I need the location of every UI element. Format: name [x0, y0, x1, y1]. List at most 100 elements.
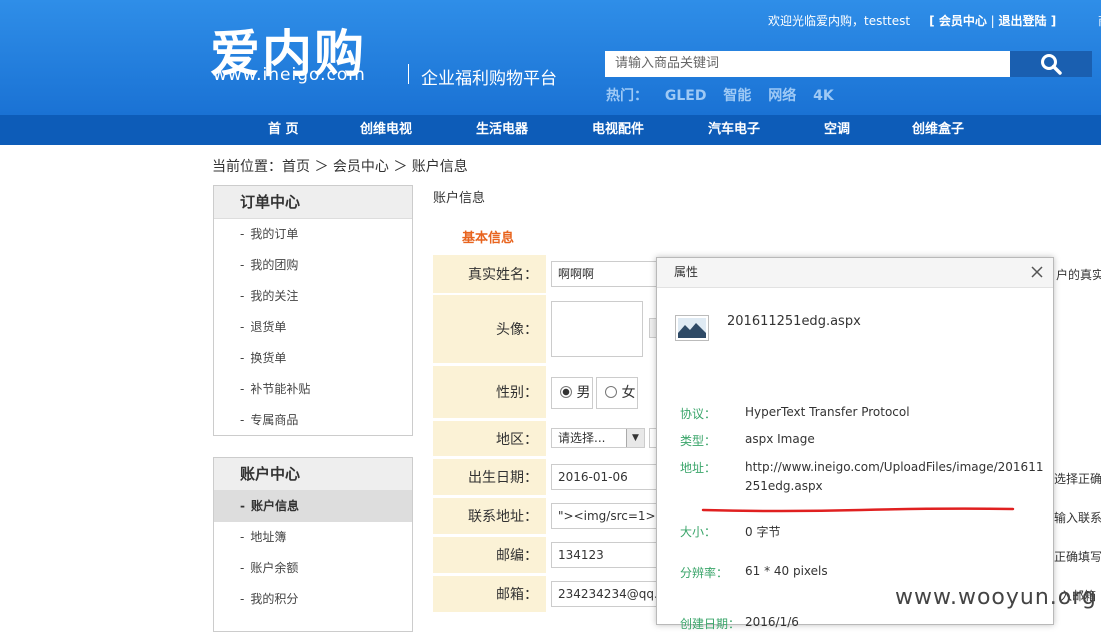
logo-url-text: www.ineigo.com: [213, 65, 366, 85]
sidebar-item-my-orders[interactable]: - 我的订单: [214, 219, 412, 250]
name-label: 真实姓名：: [433, 255, 546, 293]
chevron-down-icon: ▼: [626, 429, 644, 447]
email-field[interactable]: 234234234@qq.c: [551, 581, 671, 607]
sidebar-item-exclusive[interactable]: - 专属商品: [214, 405, 412, 436]
address-label-dialog: 地址：: [680, 461, 717, 475]
sidebar-item-exchanges[interactable]: - 换货单: [214, 343, 412, 374]
sidebar-item-follows[interactable]: - 我的关注: [214, 281, 412, 312]
email-label: 邮箱：: [433, 576, 546, 612]
search-button[interactable]: [1010, 51, 1092, 77]
nav-item-car-electronics[interactable]: 汽车电子: [708, 115, 760, 145]
site-slogan: 企业福利购物平台: [421, 69, 557, 89]
birth-date-field[interactable]: 2016-01-06: [551, 464, 671, 490]
name-field[interactable]: 啊啊啊: [551, 261, 671, 287]
gender-female-option[interactable]: 女: [596, 377, 638, 409]
region-label: 地区：: [433, 421, 546, 456]
sidebar-account-title: 账户中心: [214, 458, 412, 491]
logo-divider: [408, 64, 409, 84]
nav-item-air-conditioner[interactable]: 空调: [824, 115, 850, 145]
type-value: aspx Image: [745, 432, 815, 446]
sidebar-item-label: 我的关注: [250, 289, 299, 303]
hot-label: 热门：: [606, 88, 648, 104]
nav-item-home[interactable]: 首 页: [268, 115, 299, 145]
sidebar-item-account-info[interactable]: - 账户信息: [214, 491, 412, 522]
gender-male-option[interactable]: 男: [551, 377, 593, 409]
breadcrumb: 当前位置：首页 ＞ 会员中心 ＞ 账户信息: [212, 159, 468, 175]
hot-keyword[interactable]: 网络: [768, 88, 796, 104]
red-underline-annotation: [701, 507, 1015, 513]
nav-item-appliances[interactable]: 生活电器: [476, 115, 528, 145]
sidebar-item-label: 地址簿: [250, 530, 287, 544]
zip-hint: 正确填写: [1054, 550, 1101, 564]
nav-item-tv-accessories[interactable]: 电视配件: [592, 115, 644, 145]
protocol-value: HyperText Transfer Protocol: [745, 405, 910, 419]
member-center-link[interactable]: [ 会员中心: [929, 14, 987, 28]
address-label: 联系地址：: [433, 498, 546, 534]
close-icon[interactable]: [1029, 264, 1045, 280]
panel-title: 账户信息: [433, 191, 486, 206]
sidebar-item-label: 我的积分: [250, 592, 299, 606]
hot-keyword[interactable]: 4K: [813, 88, 834, 104]
region-select-value: 请选择...: [558, 431, 606, 445]
sidebar-item-label: 我的团购: [250, 258, 299, 272]
gender-female-label: 女: [621, 385, 636, 401]
main-nav: 首 页 创维电视 生活电器 电视配件 汽车电子 空调 创维盒子: [0, 115, 1101, 145]
watermark: www.wooyun.org: [895, 585, 1097, 610]
hot-keyword[interactable]: 智能: [723, 88, 751, 104]
birth-label: 出生日期：: [433, 459, 546, 495]
zip-field[interactable]: 134123: [551, 542, 671, 568]
dialog-title: 属性: [657, 258, 1053, 288]
zip-label: 邮编：: [433, 537, 546, 573]
address-value-line2: 251edg.aspx: [745, 479, 823, 493]
sidebar-item-label: 我的订单: [250, 227, 299, 241]
sidebar-item-points[interactable]: - 我的积分: [214, 584, 412, 615]
sidebar-item-label: 补节能补贴: [250, 382, 311, 396]
search-input[interactable]: 请输入商品关键词: [605, 51, 1010, 77]
created-value: 2016/1/6: [745, 615, 799, 629]
address-value-line1: http://www.ineigo.com/UploadFiles/image/…: [745, 460, 1044, 474]
size-label: 大小：: [680, 525, 717, 539]
sidebar-item-label: 账户余额: [250, 561, 299, 575]
properties-dialog: 属性 201611251edg.aspx 协议： HyperText Trans…: [656, 257, 1054, 631]
topbar-separator: |: [990, 14, 995, 28]
top-user-bar: 欢迎光临爱内购，testtest [ 会员中心 | 退出登陆 ] 商: [768, 12, 1101, 29]
hot-keywords: 热门： GLED 智能 网络 4K: [606, 85, 846, 105]
sidebar-item-returns[interactable]: - 退货单: [214, 312, 412, 343]
radio-checked-icon: [560, 386, 572, 398]
logout-link[interactable]: 退出登陆 ]: [999, 14, 1057, 28]
dialog-filename: 201611251edg.aspx: [727, 314, 861, 329]
birth-hint: 选择正确: [1054, 472, 1101, 486]
resolution-label: 分辨率：: [680, 566, 729, 580]
created-label: 创建日期：: [680, 617, 741, 631]
address-field[interactable]: "><img/src=1>: [551, 503, 671, 529]
sidebar-item-address-book[interactable]: - 地址簿: [214, 522, 412, 553]
search-icon: [1041, 54, 1062, 75]
hot-keyword[interactable]: GLED: [665, 88, 707, 104]
radio-unchecked-icon: [605, 386, 617, 398]
name-hint: 户的真实: [1056, 268, 1101, 282]
sidebar-item-label: 换货单: [250, 351, 287, 365]
region-select[interactable]: 请选择... ▼: [551, 428, 645, 448]
sidebar-account-center: 账户中心 - 账户信息 - 地址簿 - 账户余额 - 我的积分: [213, 457, 413, 632]
sidebar-item-label: 专属商品: [250, 413, 299, 427]
sidebar-item-balance[interactable]: - 账户余额: [214, 553, 412, 584]
welcome-text: 欢迎光临爱内购，testtest: [768, 14, 911, 28]
sidebar-item-label: 账户信息: [250, 499, 299, 513]
address-hint: 输入联系: [1054, 511, 1101, 525]
site-header: 爱内购 www.ineigo.com 企业福利购物平台 欢迎光临爱内购，test…: [0, 0, 1101, 115]
section-title: 基本信息: [462, 231, 515, 246]
gender-label: 性别：: [433, 366, 546, 418]
sidebar-item-energy-subsidy[interactable]: - 补节能补贴: [214, 374, 412, 405]
sidebar-item-group-buy[interactable]: - 我的团购: [214, 250, 412, 281]
resolution-value: 61 * 40 pixels: [745, 564, 828, 578]
image-file-icon: [675, 315, 709, 341]
nav-item-tv[interactable]: 创维电视: [360, 115, 412, 145]
sidebar-order-title: 订单中心: [214, 186, 412, 219]
type-label: 类型：: [680, 434, 717, 448]
nav-item-tv-box[interactable]: 创维盒子: [912, 115, 964, 145]
protocol-label: 协议：: [680, 407, 717, 421]
sidebar-order-center: 订单中心 - 我的订单 - 我的团购 - 我的关注 - 退货单 - 换货单 - 补节能补贴 …: [213, 185, 413, 436]
sidebar-item-label: 退货单: [250, 320, 287, 334]
avatar-preview: [551, 301, 643, 357]
avatar-label: 头像：: [433, 295, 546, 363]
